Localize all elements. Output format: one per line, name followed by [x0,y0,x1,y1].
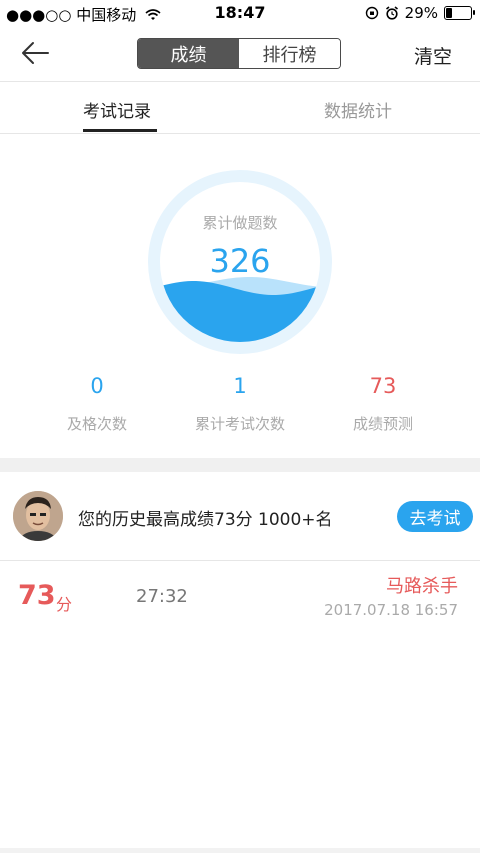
record-score-unit: 分 [56,595,73,614]
stat-exam-count-value: 1 [233,374,247,398]
user-avatar-icon [13,491,63,541]
avatar[interactable] [13,491,63,541]
segment-score[interactable]: 成绩 [138,39,239,68]
battery-fill [446,8,452,18]
status-right: 29% [365,4,475,22]
record-date: 2017.07.18 16:57 [324,601,458,619]
tab-divider [0,133,480,134]
status-bar: ●●●○○ 中国移动 18:47 29% [0,0,480,26]
back-arrow-icon [22,42,49,64]
record-duration: 27:32 [136,586,188,607]
stat-pass-count-label: 及格次数 [66,415,127,433]
rotation-lock-icon [365,6,378,20]
take-exam-button[interactable]: 去考试 [397,501,473,532]
bottom-border [0,848,480,853]
segmented-control: 成绩 排行榜 [137,38,341,69]
alarm-icon [385,6,398,20]
stat-exam-count-label: 累计考试次数 [194,415,285,433]
gauge-label: 累计做题数 [202,214,278,232]
stat-score-predict-label: 成绩预测 [352,415,413,433]
segment-ranking[interactable]: 排行榜 [239,39,340,68]
clear-button[interactable]: 清空 [414,42,452,69]
gauge-value: 326 [209,242,271,280]
record-score: 73 [18,580,56,611]
active-tab-indicator [83,129,157,132]
list-item[interactable]: 73 分 27:32 马路杀手 2017.07.18 16:57 [0,561,480,631]
tab-exam-records[interactable]: 考试记录 [83,97,151,122]
record-title: 马路杀手 [386,576,458,597]
battery-icon [444,6,475,20]
nav-divider [0,81,480,82]
tab-data-stats[interactable]: 数据统计 [324,97,392,122]
stat-pass-count-value: 0 [90,374,104,398]
battery-percent: 29% [404,4,438,22]
best-score-text: 您的历史最高成绩73分 1000+名 [78,510,333,530]
back-button[interactable] [20,38,52,68]
section-separator [0,458,480,472]
stat-score-predict-value: 73 [369,374,397,398]
